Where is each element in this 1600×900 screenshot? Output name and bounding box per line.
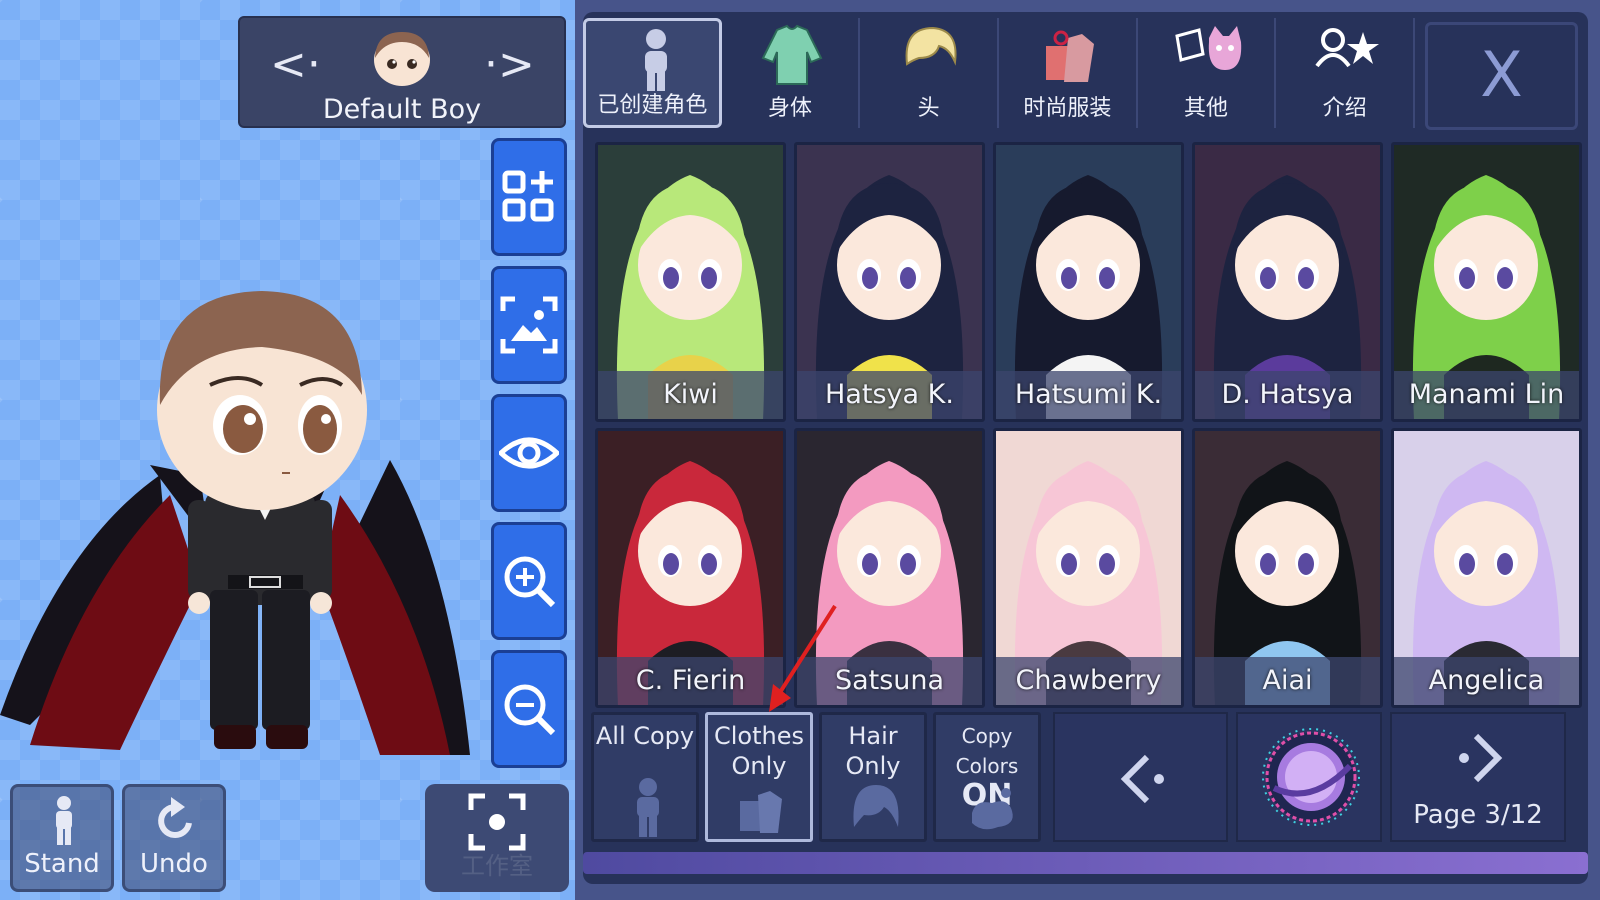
preset-card[interactable]: Satsuna: [794, 428, 985, 708]
preset-grid: Kiwi Hatsya K. Hatsumi K. D. Hatsya Manami L…: [595, 142, 1582, 712]
shirt-icon: [761, 24, 823, 85]
preset-card[interactable]: Manami Lin: [1391, 142, 1582, 422]
preset-name: Angelica: [1394, 657, 1579, 705]
clothes-only-button[interactable]: Clothes Only: [705, 712, 813, 842]
preset-name: Hatsumi K.: [996, 371, 1181, 419]
close-button[interactable]: X: [1425, 22, 1578, 130]
left-arrow-icon: [1120, 754, 1164, 804]
copy-colors-toggle[interactable]: Copy Colors ON: [933, 712, 1041, 842]
hair-only-button[interactable]: Hair Only: [819, 712, 927, 842]
right-arrow-icon: [1459, 733, 1503, 783]
studio-button[interactable]: 工作室: [425, 784, 569, 892]
hair-silhouette-icon: [853, 785, 899, 827]
preset-card[interactable]: Hatsya K.: [794, 142, 985, 422]
zoom-out-icon: [504, 684, 556, 736]
category-tabs: 已创建角色 身体 头 时尚服装 其他 介绍: [583, 18, 1416, 134]
undo-icon: [158, 797, 192, 838]
tab-fashion-outfit[interactable]: 时尚服装: [999, 18, 1138, 128]
person-icon: [645, 29, 667, 91]
preset-card[interactable]: Chawberry: [993, 428, 1184, 708]
next-character-arrow-icon[interactable]: ·>: [484, 40, 535, 90]
preset-name: Satsuna: [797, 657, 982, 705]
tab-introduction[interactable]: 介绍: [1276, 18, 1416, 128]
preset-card[interactable]: Angelica: [1391, 428, 1582, 708]
tab-label: 其他: [1184, 96, 1229, 121]
preset-card[interactable]: Aiai: [1192, 428, 1383, 708]
previous-page-button[interactable]: [1053, 712, 1228, 842]
planet-icon: [1262, 728, 1360, 826]
preset-panel: 已创建角色 身体 头 时尚服装 其他 介绍 X Kiwi Hatsya K. H…: [575, 0, 1600, 900]
tab-label: 头: [917, 96, 940, 121]
preset-name: Manami Lin: [1394, 371, 1579, 419]
hair-only-label: Hair Only: [845, 722, 901, 780]
preset-name: D. Hatsya: [1195, 371, 1380, 419]
hair-icon: [905, 26, 957, 66]
previous-character-arrow-icon[interactable]: <·: [270, 40, 321, 90]
preset-card[interactable]: D. Hatsya: [1192, 142, 1383, 422]
preset-card[interactable]: C. Fierin: [595, 428, 786, 708]
preset-name: Hatsya K.: [797, 371, 982, 419]
camera-focus-icon: [468, 793, 526, 851]
pagination-controls: Page 3/12: [1053, 712, 1568, 842]
preset-name: Chawberry: [996, 657, 1181, 705]
tab-other[interactable]: 其他: [1137, 18, 1277, 128]
panel-bottom-bar: [583, 852, 1588, 874]
character-head-icon: [374, 32, 430, 86]
image-capture-icon: [500, 296, 558, 354]
clothes-bag-icon: [740, 791, 782, 833]
zoom-in-icon: [504, 556, 556, 608]
tab-label: 身体: [768, 96, 813, 121]
undo-label: Undo: [140, 849, 208, 879]
preset-card[interactable]: Hatsumi K.: [993, 142, 1184, 422]
next-page-button[interactable]: Page 3/12: [1390, 712, 1566, 842]
grid-add-icon: [502, 170, 554, 222]
zoom-out-button[interactable]: [491, 650, 567, 768]
all-copy-button[interactable]: All Copy: [591, 712, 699, 842]
tab-created-characters[interactable]: 已创建角色: [583, 18, 722, 128]
toggle-visibility-button[interactable]: [491, 394, 567, 512]
standing-person-icon: [56, 796, 72, 845]
tab-label: 已创建角色: [597, 93, 708, 118]
outfit-icon: [1046, 30, 1095, 82]
page-indicator: Page 3/12: [1413, 800, 1543, 830]
character-stage: <· ·> Default Boy Stand Undo 工作室: [0, 0, 575, 900]
random-character-button[interactable]: [1236, 712, 1382, 842]
cat-box-icon: [1174, 26, 1241, 70]
tab-body[interactable]: 身体: [721, 18, 861, 128]
paint-splash-icon: [972, 788, 1013, 830]
person-silhouette-icon: [637, 778, 659, 837]
stand-label: Stand: [24, 849, 100, 879]
all-copy-label: All Copy: [595, 722, 695, 750]
profile-star-icon: [1315, 28, 1380, 68]
image-capture-button[interactable]: [491, 266, 567, 384]
zoom-in-button[interactable]: [491, 522, 567, 640]
character-figure: [0, 291, 470, 755]
preset-card[interactable]: Kiwi: [595, 142, 786, 422]
tab-label: 介绍: [1322, 96, 1367, 121]
preset-panel-inner: 已创建角色 身体 头 时尚服装 其他 介绍 X Kiwi Hatsya K. H…: [583, 12, 1588, 884]
tab-label: 时尚服装: [1023, 96, 1112, 121]
preset-name: C. Fierin: [598, 657, 783, 705]
preset-name: Aiai: [1195, 657, 1380, 705]
character-name: Default Boy: [322, 94, 482, 125]
add-preset-button[interactable]: [491, 138, 567, 256]
tab-head[interactable]: 头: [860, 18, 1000, 128]
undo-button[interactable]: Undo: [122, 784, 226, 892]
preset-name: Kiwi: [598, 371, 783, 419]
eye-icon: [499, 437, 559, 469]
studio-label: 工作室: [461, 852, 533, 880]
stand-pose-button[interactable]: Stand: [10, 784, 114, 892]
clothes-only-label: Clothes Only: [714, 722, 804, 780]
character-switcher: <· ·> Default Boy: [238, 16, 566, 128]
